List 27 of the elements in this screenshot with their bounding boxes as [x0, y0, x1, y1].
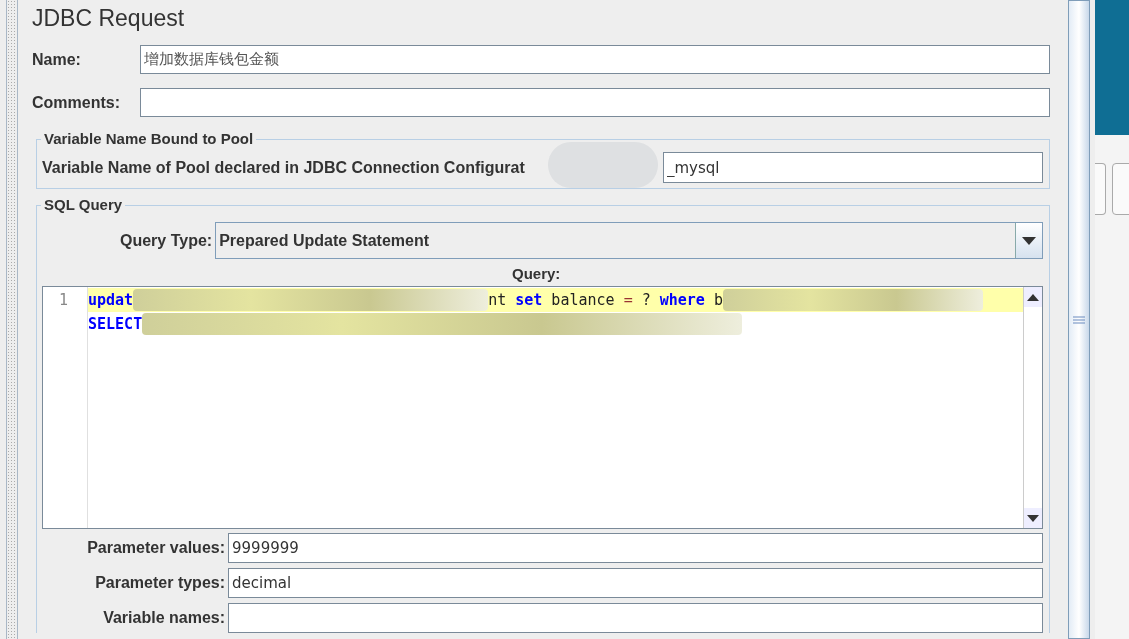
group-title: Variable Name Bound to Pool	[41, 130, 257, 147]
field-label: Name:	[32, 50, 82, 69]
query-type-dropdown[interactable]: Prepared Update Statement	[215, 222, 1043, 259]
code-text: ?	[640, 291, 652, 309]
code-editor[interactable]: 1 updat nt set balance = ? where b SELECT	[42, 286, 1043, 529]
field-label: Parameter types:	[94, 574, 225, 592]
text-field[interactable]: decimal	[228, 568, 1043, 598]
code-text: balance	[550, 291, 616, 309]
field-label: Variable Name of Pool declared in JDBC Connection Configurat	[42, 158, 526, 177]
sql-keyword: where	[659, 291, 705, 309]
code-text: b	[712, 291, 723, 309]
dropdown-value: Prepared Update Statement	[218, 231, 430, 250]
code-text: =	[623, 291, 633, 309]
sql-keyword: set	[515, 291, 543, 309]
sql-keyword: SELECT	[88, 315, 143, 333]
text-field[interactable]: _mysql	[663, 152, 1043, 183]
field-label: Variable names:	[102, 609, 225, 627]
field-label: Query Type:	[120, 231, 213, 250]
sql-keyword: updat	[88, 291, 134, 309]
text-field[interactable]: 9999999	[228, 533, 1043, 563]
panel-title: JDBC Request	[32, 5, 186, 32]
field-label: Comments:	[32, 93, 121, 112]
field-label: Parameter values:	[86, 539, 225, 557]
code-text: nt	[488, 291, 508, 309]
field-label: Query:	[512, 265, 561, 282]
line-number: 1	[58, 291, 68, 309]
text-field[interactable]: 增加数据库钱包金额	[140, 45, 1050, 74]
